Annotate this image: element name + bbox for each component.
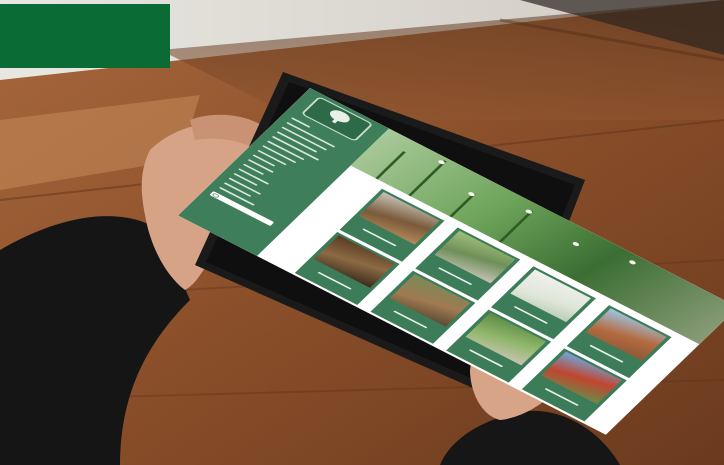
search-icon: [211, 192, 220, 199]
tablet-photo-scene: [0, 0, 724, 465]
brand-color-block: [0, 4, 170, 68]
tree-trunk-icon: [331, 118, 339, 124]
tree-icon: [326, 107, 353, 125]
